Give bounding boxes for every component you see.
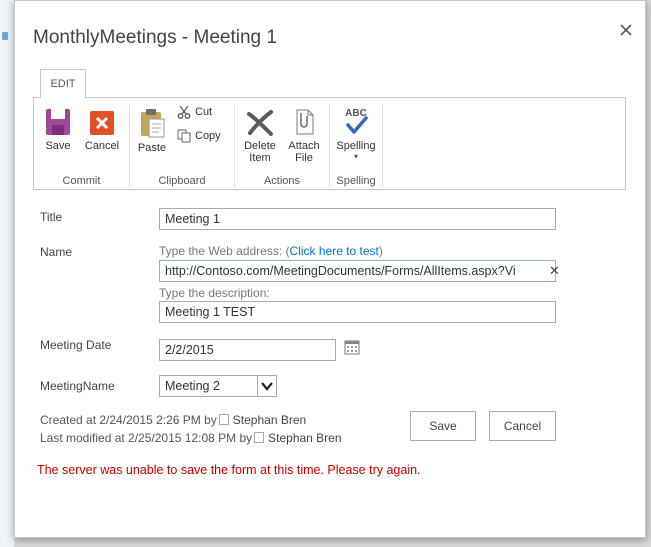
ribbon-delete-label-line1: Delete	[244, 140, 276, 152]
ribbon-paste-label: Paste	[137, 142, 167, 154]
attach-file-icon	[296, 109, 314, 135]
ribbon-delete-label-line2: Item	[249, 152, 271, 164]
ribbon-spelling-button[interactable]: ABC Spelling ▾	[333, 106, 379, 162]
meeting-date-input[interactable]: 2/2/2015	[159, 339, 336, 361]
title-input[interactable]: Meeting 1	[159, 208, 556, 230]
presence-icon	[218, 414, 229, 425]
scissors-icon	[177, 105, 191, 119]
close-icon[interactable]	[617, 21, 635, 39]
meeting-name-selected: Meeting 2	[165, 379, 220, 393]
modified-info: Last modified at 2/25/2015 12:08 PM by St…	[40, 431, 342, 445]
ribbon-cancel-button[interactable]: Cancel	[82, 108, 122, 152]
name-label: Name	[40, 245, 73, 259]
copy-icon	[177, 129, 191, 143]
meeting-name-label: MeetingName	[40, 379, 115, 393]
group-label-spelling: Spelling	[336, 175, 376, 187]
url-input[interactable]: http://Contoso.com/MeetingDocuments/Form…	[159, 260, 556, 282]
meeting-date-label: Meeting Date	[40, 338, 112, 352]
ribbon-delete-item-button[interactable]: Delete Item	[241, 108, 279, 164]
created-info: Created at 2/24/2015 2:26 PM by Stephan B…	[40, 413, 306, 427]
clear-icon[interactable]: ✕	[549, 263, 560, 279]
save-button[interactable]: Save	[410, 411, 476, 441]
ribbon-spelling-label: Spelling	[336, 140, 376, 152]
ribbon-save-button[interactable]: Save	[40, 108, 76, 152]
ribbon-group-actions: Delete Item Attach File Actions	[235, 98, 329, 189]
title-label: Title	[40, 210, 63, 224]
chevron-down-icon[interactable]: ▾	[333, 152, 379, 162]
dropdown-arrow[interactable]	[257, 376, 276, 396]
ribbon-cancel-label: Cancel	[84, 140, 120, 152]
description-input[interactable]: Meeting 1 TEST	[159, 301, 556, 323]
created-by-user[interactable]: Stephan Bren	[233, 413, 306, 427]
dialog-title: MonthlyMeetings - Meeting 1	[33, 27, 277, 48]
group-label-clipboard: Clipboard	[158, 175, 206, 187]
edit-item-dialog: MonthlyMeetings - Meeting 1 EDIT Save Ca…	[14, 0, 646, 538]
delete-icon	[247, 110, 273, 136]
tab-edit[interactable]: EDIT	[40, 69, 86, 98]
background-icon	[2, 32, 8, 40]
presence-icon	[254, 432, 265, 443]
description-hint: Type the description:	[159, 286, 270, 300]
paste-icon	[141, 109, 165, 138]
ribbon-copy-button[interactable]: Copy	[177, 129, 221, 143]
group-label-actions: Actions	[263, 175, 301, 187]
background-page	[0, 0, 14, 547]
cancel-button[interactable]: Cancel	[489, 411, 556, 441]
cancel-icon	[90, 111, 114, 135]
ribbon-copy-label: Copy	[195, 130, 221, 142]
calendar-icon[interactable]	[344, 339, 360, 355]
ribbon-divider	[382, 104, 383, 187]
ribbon-cut-label: Cut	[195, 106, 213, 118]
ribbon-attach-file-button[interactable]: Attach File	[285, 108, 323, 164]
ribbon-group-clipboard: Paste Cut Copy Clipboard	[130, 98, 234, 189]
ribbon-save-label: Save	[45, 140, 71, 152]
ribbon-attach-label-line1: Attach	[288, 140, 320, 152]
group-label-commit: Commit	[62, 175, 101, 187]
ribbon-cut-button[interactable]: Cut	[177, 105, 212, 119]
spell-check-icon: ABC	[345, 108, 368, 134]
web-address-hint: Type the Web address: (Click here to tes…	[159, 244, 383, 258]
ribbon-paste-button[interactable]: Paste	[134, 108, 170, 154]
spell-check-icon-text: ABC	[345, 108, 367, 119]
chevron-down-icon	[261, 382, 273, 391]
save-icon	[46, 109, 70, 135]
meeting-name-select[interactable]: Meeting 2	[159, 375, 277, 397]
error-message: The server was unable to save the form a…	[37, 463, 421, 477]
created-prefix: Created at 2/24/2015 2:26 PM by	[40, 413, 217, 427]
ribbon: Save Cancel Commit Paste Cut Copy Clipbo…	[33, 97, 626, 190]
ribbon-attach-label-line2: File	[295, 152, 313, 164]
web-address-hint-end: )	[378, 244, 383, 258]
modified-by-user[interactable]: Stephan Bren	[268, 431, 341, 445]
modified-prefix: Last modified at 2/25/2015 12:08 PM by	[40, 431, 253, 445]
click-here-to-test-link[interactable]: Click here to test	[290, 244, 379, 258]
ribbon-group-commit: Save Cancel Commit	[34, 98, 129, 189]
web-address-hint-text: Type the Web address: (	[159, 244, 290, 258]
ribbon-group-spelling: ABC Spelling ▾ Spelling	[330, 98, 382, 189]
